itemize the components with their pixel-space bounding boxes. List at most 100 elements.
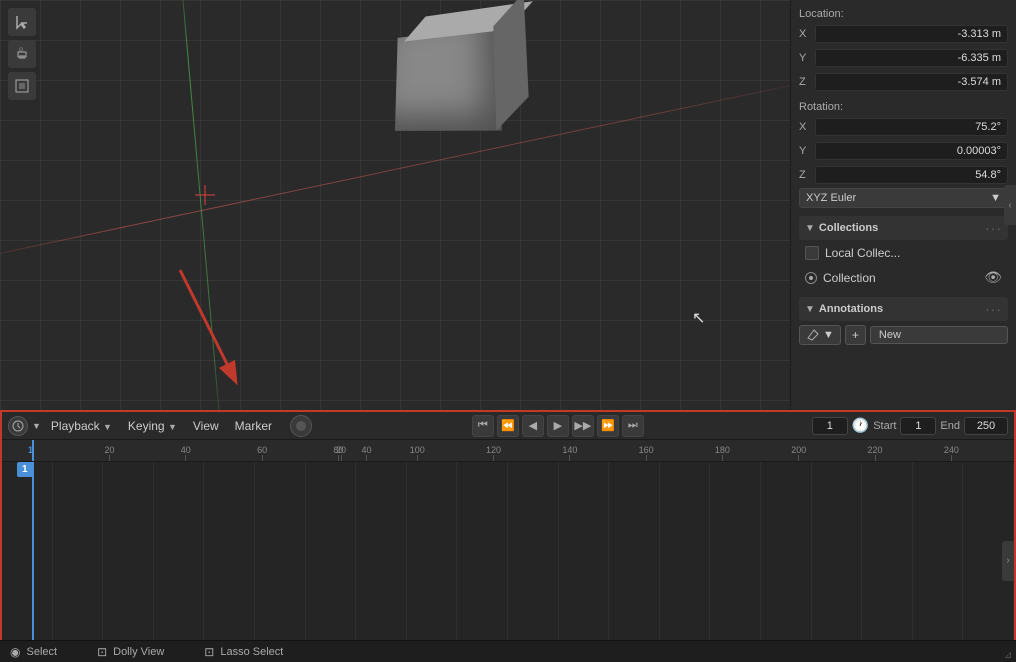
euler-mode-label: XYZ Euler	[806, 192, 856, 204]
timeline-col	[306, 462, 357, 659]
timeline-col	[407, 462, 458, 659]
step-back-button[interactable]: ◀	[522, 415, 544, 437]
jump-end-button[interactable]: ⏭	[622, 415, 644, 437]
annotations-controls: ▼ + New	[799, 325, 1008, 345]
location-y-axis: Y	[799, 52, 815, 64]
playback-label: Playback	[51, 419, 100, 433]
timeline-menu-playback[interactable]: Playback ▼	[45, 417, 118, 435]
end-frame-input[interactable]: 250	[964, 417, 1008, 435]
rotation-x-axis: X	[799, 121, 815, 133]
annotation-type-dropdown[interactable]: ▼	[799, 325, 841, 345]
keying-label: Keying	[128, 419, 165, 433]
collections-options-icon[interactable]: ···	[985, 220, 1002, 236]
ruler-tick-180: 180	[715, 445, 730, 461]
location-z-axis: Z	[799, 76, 815, 88]
start-frame-input[interactable]: 1	[900, 417, 936, 435]
current-frame-input[interactable]: 1	[812, 417, 848, 435]
timeline-content[interactable]: 1 ›	[2, 462, 1014, 659]
location-x-value[interactable]: -3.313 m	[815, 25, 1008, 43]
timeline-col	[508, 462, 559, 659]
clock-icon: 🕐	[852, 417, 869, 434]
location-z-value[interactable]: -3.574 m	[815, 73, 1008, 91]
timeline-sidebar-toggle[interactable]: ›	[1002, 541, 1014, 581]
ruler-tick-160: 160	[639, 445, 654, 461]
rotation-y-axis: Y	[799, 145, 815, 157]
ruler-tick-120: 120	[486, 445, 501, 461]
annotation-arrow	[160, 260, 270, 410]
timeline[interactable]: ▼ Playback ▼ Keying ▼ View Marker ⏮ ⏪ ◀ …	[0, 410, 1016, 662]
location-z-row: Z -3.574 m	[799, 71, 1008, 93]
timeline-col	[559, 462, 610, 659]
next-keyframe-button[interactable]: ⏩	[597, 415, 619, 437]
ruler-tick-240: 240	[944, 445, 959, 461]
collection-visibility-icon[interactable]: 👁	[984, 269, 1002, 286]
timeline-menu-marker[interactable]: Marker	[229, 417, 278, 435]
prev-keyframe-button[interactable]: ⏪	[497, 415, 519, 437]
timeline-col	[913, 462, 964, 659]
timeline-col	[812, 462, 863, 659]
toolbar-icon-cursor[interactable]	[8, 8, 36, 36]
properties-sidebar-toggle[interactable]: ‹	[1004, 185, 1016, 225]
annotation-new-label: New	[879, 329, 901, 341]
local-collect-checkbox[interactable]	[805, 246, 819, 260]
timeline-col	[103, 462, 154, 659]
timeline-col	[356, 462, 407, 659]
play-button[interactable]: ▶	[547, 415, 569, 437]
timeline-dropdown-arrow[interactable]: ▼	[32, 421, 41, 431]
ruler-tick-40: 40	[181, 445, 191, 461]
annotations-options-icon[interactable]: ···	[985, 301, 1002, 317]
toolbar-icon-move[interactable]: ⊡	[8, 40, 36, 68]
timeline-mode-icon[interactable]	[8, 416, 28, 436]
record-button[interactable]	[290, 415, 312, 437]
rotation-y-value[interactable]: 0.00003°	[815, 142, 1008, 160]
timeline-grid	[2, 462, 1014, 659]
status-dolly: ⊡ Dolly View	[97, 645, 164, 659]
collections-title: Collections	[819, 222, 878, 234]
start-label: Start	[873, 420, 896, 432]
rotation-z-axis: Z	[799, 169, 815, 181]
annotations-header[interactable]: ▼ Annotations ···	[799, 297, 1008, 321]
rotation-section: Rotation: X 75.2° Y 0.00003° Z 54.8° XYZ…	[799, 101, 1008, 208]
annotations-section: ▼ Annotations ··· ▼ + New	[799, 297, 1008, 345]
status-bar: ◉ Select ⊡ Dolly View ⊡ Lasso Select ⊿	[0, 640, 1016, 662]
ruler-tick-100: 100	[410, 445, 425, 461]
dropdown-chevron: ▼	[823, 329, 834, 341]
timeline-col	[761, 462, 812, 659]
toolbar-icon-transform[interactable]	[8, 72, 36, 100]
local-collect-row: Local Collec...	[799, 244, 1008, 262]
timeline-menu-keying[interactable]: Keying ▼	[122, 417, 183, 435]
collections-header[interactable]: ▼ Collections ···	[799, 216, 1008, 240]
viewport-toolbar: ⊡	[8, 8, 36, 100]
jump-start-button[interactable]: ⏮	[472, 415, 494, 437]
ruler-marks: 20406080100120140160180200220240	[2, 440, 1014, 461]
frame-marker-ruler	[32, 440, 34, 461]
timeline-ruler[interactable]: 1 20 40 20406080100120140160180200220240	[2, 440, 1014, 462]
rotation-z-value[interactable]: 54.8°	[815, 166, 1008, 184]
timeline-col	[609, 462, 660, 659]
3d-viewport[interactable]: ↖ ⊡	[0, 0, 790, 410]
timeline-col	[457, 462, 508, 659]
3d-cursor	[195, 185, 215, 205]
start-end-group: Start 1 End 250	[873, 417, 1008, 435]
annotations-collapse-icon: ▼	[805, 304, 815, 315]
marker-label: Marker	[235, 419, 272, 433]
timeline-col	[862, 462, 913, 659]
ruler-tick-80: 80	[333, 445, 343, 461]
corner-resize-handle[interactable]: ⊿	[1004, 650, 1014, 660]
lasso-icon: ⊡	[204, 645, 214, 659]
location-y-value[interactable]: -6.335 m	[815, 49, 1008, 67]
dolly-label: Dolly View	[113, 646, 164, 658]
timeline-col	[2, 462, 53, 659]
euler-mode-select[interactable]: XYZ Euler ▼	[799, 188, 1008, 208]
annotation-add-button[interactable]: +	[845, 325, 866, 345]
timeline-menu-view[interactable]: View	[187, 417, 225, 435]
euler-dropdown-icon: ▼	[990, 192, 1001, 204]
annotation-new-button[interactable]: New	[870, 326, 1008, 344]
collections-section: ▼ Collections ··· Local Collec... Collec…	[799, 216, 1008, 289]
select-label: Select	[26, 646, 57, 658]
rotation-x-value[interactable]: 75.2°	[815, 118, 1008, 136]
svg-text:⊡: ⊡	[19, 47, 23, 53]
step-forward-button[interactable]: ▶▶	[572, 415, 594, 437]
ruler-tick-60: 60	[257, 445, 267, 461]
location-x-axis: X	[799, 28, 815, 40]
